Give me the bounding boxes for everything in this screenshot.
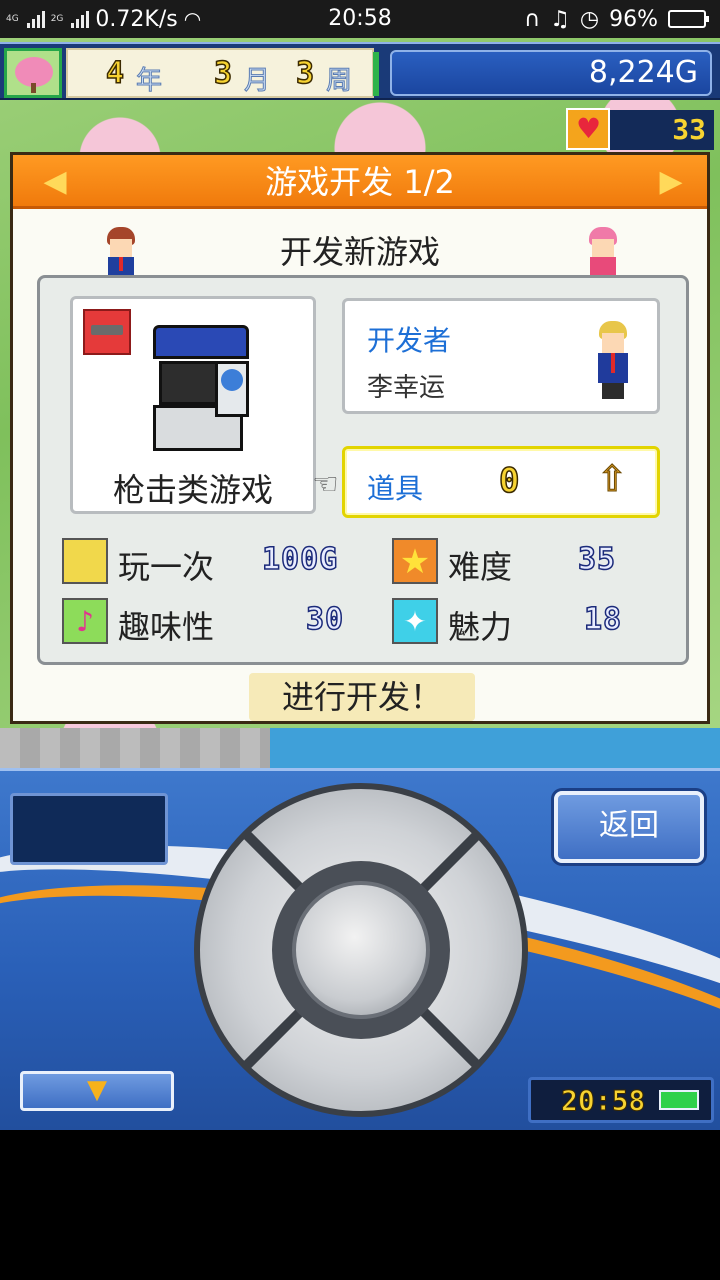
battery-percent: 96% [609, 6, 658, 32]
developer-avatar [593, 321, 633, 401]
mute-icon: ♫ [550, 6, 570, 32]
item-row[interactable]: 道具 0 ⇧ [342, 446, 660, 518]
top-bar: 4 年 3 月 3 周 8,224G [0, 42, 720, 100]
item-label: 道具 [367, 472, 424, 505]
fun-value: 30 [305, 601, 345, 638]
developer-card[interactable]: 开发者 李幸运 [342, 298, 660, 414]
staff-sprite-right [583, 227, 623, 277]
stat-fun: ♪ 趣味性 30 [62, 598, 345, 646]
charm-value: 18 [583, 601, 623, 638]
year-value: 4 [105, 55, 125, 92]
dialog-header: ◀ 游戏开发 1/2 ▶ [13, 155, 707, 209]
stat-play: 玩一次 100G [62, 538, 342, 586]
progress-indicator [373, 52, 379, 96]
dev-panel: 枪击类游戏 开发者 李幸运 ☜ 道具 0 ⇧ 玩一次 100G ★ 难度 35 … [37, 275, 689, 665]
arcade-cabinet-icon [143, 325, 249, 453]
week-value: 3 [295, 55, 315, 92]
status-bar: 4G 2G 0.72K/s ◠ 20:58 ∩ ♫ ◷ 96% [0, 0, 720, 38]
gun-icon [83, 309, 131, 355]
music-note-icon: ♪ [62, 598, 108, 644]
coins-icon [62, 538, 108, 584]
difficulty-value: 35 [577, 541, 617, 578]
mini-screen [10, 793, 168, 865]
scene-building-roof [270, 728, 720, 768]
year-unit: 年 [135, 66, 163, 97]
date-display: 4 年 3 月 3 周 [66, 48, 374, 98]
play-label: 玩一次 [118, 548, 215, 586]
tree-trunk [31, 83, 36, 93]
game-clock: 20:58 [528, 1077, 714, 1123]
charm-label: 魅力 [448, 608, 513, 646]
clock-battery-icon [659, 1090, 699, 1110]
next-page-icon[interactable]: ▶ [657, 165, 685, 199]
month-unit: 月 [243, 66, 271, 97]
genre-card[interactable]: 枪击类游戏 [70, 296, 316, 514]
stat-difficulty: ★ 难度 35 [392, 538, 642, 586]
fun-label: 趣味性 [118, 608, 215, 646]
start-development-button[interactable]: 进行开发！ [249, 673, 475, 721]
dialog-title: 游戏开发 1/2 [265, 163, 455, 201]
back-button[interactable]: 返回 [554, 791, 704, 863]
genre-name: 枪击类游戏 [112, 471, 273, 509]
heart-count: 33 [610, 110, 714, 150]
sparkle-icon: ✦ [392, 598, 438, 644]
dpad[interactable] [194, 783, 528, 1117]
week-unit: 周 [325, 66, 353, 97]
heart-icon: ♥ [576, 112, 602, 145]
item-count: 0 [498, 460, 520, 502]
difficulty-label: 难度 [448, 548, 513, 586]
battery-icon [668, 10, 709, 28]
headset-icon: ∩ [524, 6, 541, 32]
month-value: 3 [213, 55, 233, 92]
status-right: ∩ ♫ ◷ 96% [524, 0, 709, 38]
control-pad: 返回 ▼ 20:58 [0, 768, 720, 1188]
stat-charm: ✦ 魅力 18 [392, 598, 642, 646]
alarm-icon: ◷ [579, 6, 600, 32]
heart-box: ♥ [566, 108, 610, 150]
star-icon: ★ [392, 538, 438, 584]
season-thumbnail[interactable] [4, 48, 62, 98]
prev-page-icon[interactable]: ◀ [41, 165, 69, 199]
up-arrow-icon[interactable]: ⇧ [596, 459, 627, 501]
clock-time: 20:58 [560, 1084, 646, 1118]
developer-label: 开发者 [367, 324, 452, 357]
down-triangle-icon: ▼ [87, 1075, 107, 1105]
play-value: 100G [261, 541, 339, 578]
money-display: 8,224G [390, 50, 712, 96]
developer-name: 李幸运 [367, 373, 446, 403]
scroll-down-button[interactable]: ▼ [20, 1071, 174, 1111]
dpad-center-button[interactable] [292, 881, 430, 1019]
game-dev-dialog: ◀ 游戏开发 1/2 ▶ 开发新游戏 枪击类游戏 开发者 李幸运 ☜ 道具 0 … [10, 152, 710, 724]
